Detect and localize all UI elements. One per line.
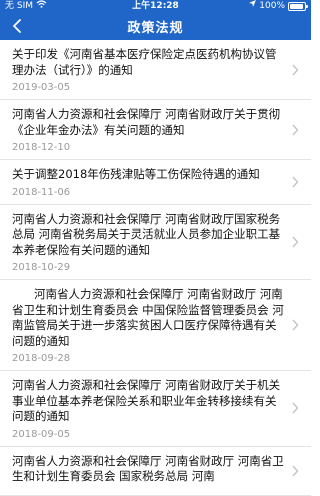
page-title: 政策法规 (127, 21, 184, 36)
item-title: 河南省人力资源和社会保障厅 河南省财政厅国家税务总局 河南省税务局关于灵活就业人… (12, 211, 281, 257)
list-item[interactable]: 河南省人力资源和社会保障厅 河南省财政厅 河南省卫生和计划生育委员会 中国保险监… (0, 280, 311, 371)
item-title: 关于调整2018年伤残津贴等工伤保险待遇的通知 (12, 167, 260, 181)
list-item[interactable]: 河南省人力资源和社会保障厅 河南省财政厅关于贯彻《企业年金办法》有关问题的通知 2… (0, 100, 311, 160)
chevron-right-icon (292, 319, 299, 331)
chevron-left-icon[interactable] (10, 19, 24, 33)
battery-icon (288, 2, 308, 11)
list-item[interactable]: 关于调整2018年伤残津贴等工伤保险待遇的通知 2018-11-06 (0, 160, 311, 205)
list-item[interactable]: 河南省人力资源和社会保障厅 河南省财政厅关于机关事业单位基本养老保险关系和职业年… (0, 371, 311, 447)
navigation-bar: 政策法规 (0, 13, 311, 40)
item-title: 河南省人力资源和社会保障厅 河南省财政厅 河南省卫生和计划生育委员会 国家税务总… (12, 453, 284, 484)
location-icon (249, 0, 257, 13)
item-title: 河南省人力资源和社会保障厅 河南省财政厅 河南省卫生和计划生育委员会 中国保险监… (12, 287, 284, 348)
item-date: 2018-12-10 (12, 142, 71, 153)
chevron-right-icon (292, 465, 299, 476)
policy-list: 关于印发《河南省基本医疗保险定点医药机构协议管理办法（试行）》的通知 2019-0… (0, 40, 311, 496)
battery-fill (290, 4, 303, 9)
item-date: 2018-11-06 (12, 186, 71, 198)
battery-percent: 100% (259, 1, 285, 11)
chevron-right-icon (292, 124, 299, 135)
status-bar: 无 SIM 上午12:28 100% (0, 0, 311, 13)
item-title: 河南省人力资源和社会保障厅 河南省财政厅关于机关事业单位基本养老保险关系和职业年… (12, 378, 281, 423)
chevron-right-icon (292, 64, 299, 75)
status-right: 100% (249, 0, 308, 13)
chevron-right-icon (292, 176, 299, 188)
item-title: 河南省人力资源和社会保障厅 河南省财政厅关于贯彻《企业年金办法》有关问题的通知 (12, 107, 281, 137)
item-date: 2019-03-05 (12, 82, 71, 93)
list-item[interactable]: 河南省人力资源和社会保障厅 河南省财政厅国家税务总局 河南省税务局关于灵活就业人… (0, 205, 311, 280)
list-item[interactable]: 河南省人力资源和社会保障厅 河南省财政厅 河南省卫生和计划生育委员会 国家税务总… (0, 447, 311, 496)
item-date: 2018-09-28 (12, 353, 71, 364)
list-item[interactable]: 关于印发《河南省基本医疗保险定点医药机构协议管理办法（试行）》的通知 2019-0… (0, 40, 311, 100)
item-title: 关于印发《河南省基本医疗保险定点医药机构协议管理办法（试行）》的通知 (12, 47, 277, 77)
chevron-right-icon (292, 236, 299, 248)
item-date: 2018-10-29 (12, 262, 71, 273)
chevron-right-icon (292, 402, 299, 414)
item-date: 2018-09-05 (12, 428, 71, 440)
